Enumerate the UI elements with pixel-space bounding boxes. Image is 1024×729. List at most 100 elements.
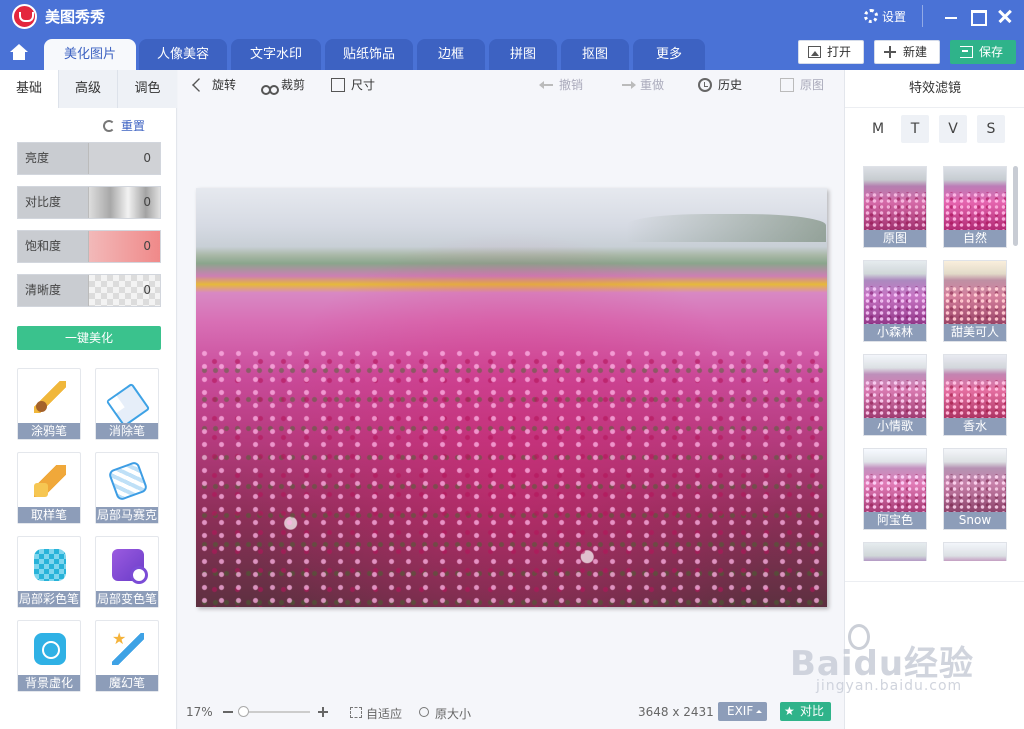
tab-beautify[interactable]: 美化图片 xyxy=(44,39,136,70)
fit-icon xyxy=(350,707,362,718)
maximize-button[interactable] xyxy=(968,7,987,26)
filter-category-s[interactable]: S xyxy=(977,115,1005,143)
resize-icon xyxy=(331,78,345,92)
tool-local-recolor-pen[interactable]: 局部变色笔 xyxy=(95,536,159,608)
magnifier-icon xyxy=(419,707,429,717)
baidu-watermark: Baidu经验 jingyan.baidu.com xyxy=(790,618,1020,708)
filter-category-v[interactable]: V xyxy=(939,115,967,143)
filter-thumbnail xyxy=(864,355,926,419)
filter-label: 香水 xyxy=(944,418,1006,435)
size-label: 尺寸 xyxy=(351,78,376,92)
slider-value: 0 xyxy=(143,151,151,165)
filter-item[interactable]: 甜美可人 xyxy=(943,260,1007,342)
filter-item[interactable]: Snow xyxy=(943,448,1007,530)
filter-category-m[interactable]: M xyxy=(864,115,892,143)
save-icon xyxy=(960,46,973,58)
edited-photo[interactable] xyxy=(196,188,827,607)
subtab-advanced[interactable]: 高级 xyxy=(59,70,118,108)
tab-cutout[interactable]: 抠图 xyxy=(561,39,629,70)
save-button[interactable]: 保存 xyxy=(950,40,1016,64)
tab-text-watermark[interactable]: 文字水印 xyxy=(231,39,321,70)
tab-stickers[interactable]: 贴纸饰品 xyxy=(325,39,413,70)
filter-label: 自然 xyxy=(944,230,1006,247)
watermark-subtext: jingyan.baidu.com xyxy=(816,678,963,694)
brightness-slider[interactable]: 亮度 0 xyxy=(17,142,161,175)
subtab-color[interactable]: 调色 xyxy=(118,70,177,108)
tool-label: 局部彩色笔 xyxy=(18,591,80,607)
tab-collage[interactable]: 拼图 xyxy=(489,39,557,70)
tool-sample-pen[interactable]: 取样笔 xyxy=(17,452,81,524)
zoom-slider-track[interactable] xyxy=(240,711,310,713)
tool-label: 背景虚化 xyxy=(18,675,80,691)
saturation-slider[interactable]: 饱和度 0 xyxy=(17,230,161,263)
slider-label: 亮度 xyxy=(18,143,89,174)
filter-category-t[interactable]: T xyxy=(901,115,929,143)
minimize-button[interactable] xyxy=(942,7,960,25)
one-key-beautify-button[interactable]: 一键美化 xyxy=(17,326,161,350)
zoom-slider-handle[interactable] xyxy=(238,706,249,717)
new-button[interactable]: 新建 xyxy=(874,40,940,64)
actual-size-button[interactable]: 原大小 xyxy=(419,705,471,722)
undo-button[interactable]: 撤销 xyxy=(539,76,583,93)
adjust-subtabs: 基础 高级 调色 xyxy=(0,70,177,108)
fit-to-window-button[interactable]: 自适应 xyxy=(350,705,402,722)
history-button[interactable]: 历史 xyxy=(698,76,742,93)
tool-background-blur[interactable]: 背景虚化 xyxy=(17,620,81,692)
filter-thumbnail xyxy=(864,261,926,325)
tool-doodle-pen[interactable]: 涂鸦笔 xyxy=(17,368,81,440)
zoom-in-icon[interactable] xyxy=(318,705,328,719)
home-icon[interactable] xyxy=(6,39,34,69)
filter-list-scrollbar[interactable] xyxy=(1013,166,1018,246)
gear-icon xyxy=(864,9,878,23)
open-button[interactable]: 打开 xyxy=(798,40,864,64)
canvas-area: 旋转 裁剪 尺寸 撤销 重做 历史 原图 17% 自适应 原大小 3648 x … xyxy=(178,70,844,729)
main-tab-bar: 美化图片 人像美容 文字水印 贴纸饰品 边框 拼图 抠图 更多 打开 新建 保存 xyxy=(0,33,1024,70)
filter-item[interactable] xyxy=(863,542,927,561)
filter-label: Snow xyxy=(944,512,1006,529)
blur-background-icon xyxy=(34,633,66,665)
rotate-button[interactable]: 旋转 xyxy=(192,76,236,93)
redo-button[interactable]: 重做 xyxy=(620,76,664,93)
tool-local-mosaic[interactable]: 局部马赛克 xyxy=(95,452,159,524)
filter-label: 甜美可人 xyxy=(944,324,1006,341)
undo-icon xyxy=(539,78,553,92)
size-button[interactable]: 尺寸 xyxy=(331,76,375,93)
crop-button[interactable]: 裁剪 xyxy=(261,76,305,95)
subtab-basic[interactable]: 基础 xyxy=(0,70,59,108)
filter-label: 小森林 xyxy=(864,324,926,341)
tool-local-color-pen[interactable]: 局部彩色笔 xyxy=(17,536,81,608)
tool-label: 涂鸦笔 xyxy=(18,423,80,439)
plus-icon xyxy=(884,46,897,58)
tool-magic-pen[interactable]: 魔幻笔 xyxy=(95,620,159,692)
filter-thumbnail xyxy=(944,355,1006,419)
settings-button[interactable]: 设置 xyxy=(864,8,906,25)
filter-item[interactable]: 原图 xyxy=(863,166,927,248)
tool-eraser-pen[interactable]: 消除笔 xyxy=(95,368,159,440)
filter-thumbnail xyxy=(864,449,926,513)
redo-label: 重做 xyxy=(640,78,665,92)
rotate-icon xyxy=(192,78,206,92)
tab-more[interactable]: 更多 xyxy=(633,39,705,70)
contrast-slider[interactable]: 对比度 0 xyxy=(17,186,161,219)
exif-button[interactable]: EXIF xyxy=(718,702,768,721)
close-button[interactable] xyxy=(996,7,1014,25)
reset-button[interactable]: 重置 xyxy=(103,117,145,134)
tab-portrait[interactable]: 人像美容 xyxy=(139,39,227,70)
filter-item[interactable] xyxy=(943,542,1007,561)
settings-label: 设置 xyxy=(882,10,907,24)
filter-thumbnail xyxy=(864,167,926,231)
tab-frames[interactable]: 边框 xyxy=(417,39,485,70)
filter-item[interactable]: 小森林 xyxy=(863,260,927,342)
filter-item[interactable]: 自然 xyxy=(943,166,1007,248)
tool-label: 局部变色笔 xyxy=(96,591,158,607)
original-button[interactable]: 原图 xyxy=(780,76,824,93)
filter-item[interactable]: 香水 xyxy=(943,354,1007,436)
filter-item[interactable]: 阿宝色 xyxy=(863,448,927,530)
sharpness-slider[interactable]: 清晰度 0 xyxy=(17,274,161,307)
magic-pen-icon xyxy=(112,629,144,665)
zoom-out-icon[interactable] xyxy=(223,705,233,719)
filter-item[interactable]: 小情歌 xyxy=(863,354,927,436)
tool-label: 局部马赛克 xyxy=(96,507,158,523)
redo-icon xyxy=(620,78,636,92)
filter-thumbnail xyxy=(944,449,1006,513)
